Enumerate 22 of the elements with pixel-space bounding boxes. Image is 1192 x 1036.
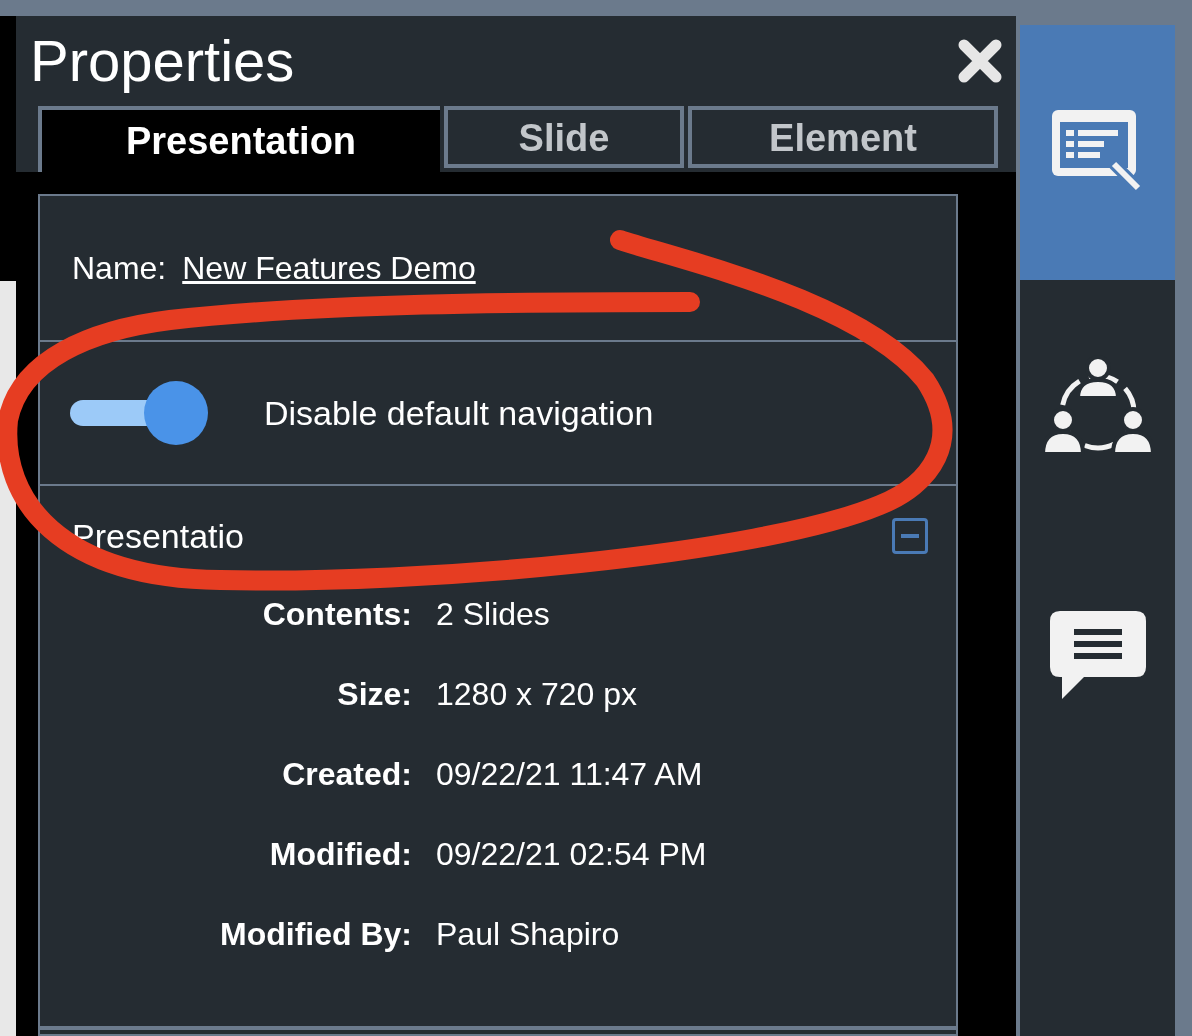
section-title: Presentatio: [72, 515, 244, 557]
detail-value: 1280 x 720 px: [436, 675, 638, 714]
comment-icon: [1047, 609, 1148, 701]
collapse-button[interactable]: [892, 518, 928, 554]
detail-label: Created:: [281, 755, 412, 794]
detail-value: 09/22/21 02:54 PM: [436, 835, 707, 874]
name-label: Name:: [72, 249, 167, 288]
detail-label: Modified:: [268, 835, 412, 874]
toggle-switch[interactable]: [70, 381, 208, 445]
detail-value: Paul Shapiro: [436, 915, 620, 954]
close-icon: [956, 37, 1004, 85]
detail-value: 09/22/21 11:47 AM: [436, 755, 703, 794]
detail-label: Modified By:: [219, 915, 412, 954]
tab[interactable]: Slide: [444, 106, 684, 168]
minus-icon: [901, 534, 919, 538]
detail-label: Contents:: [261, 595, 412, 634]
name-link[interactable]: New Features Demo: [182, 244, 476, 292]
tab[interactable]: Presentation: [38, 106, 440, 172]
detail-value: 2 Slides: [436, 595, 550, 634]
toggle-label: Disable default navigation: [264, 392, 654, 434]
detail-label: Size:: [336, 675, 412, 714]
tab[interactable]: Element: [688, 106, 998, 168]
